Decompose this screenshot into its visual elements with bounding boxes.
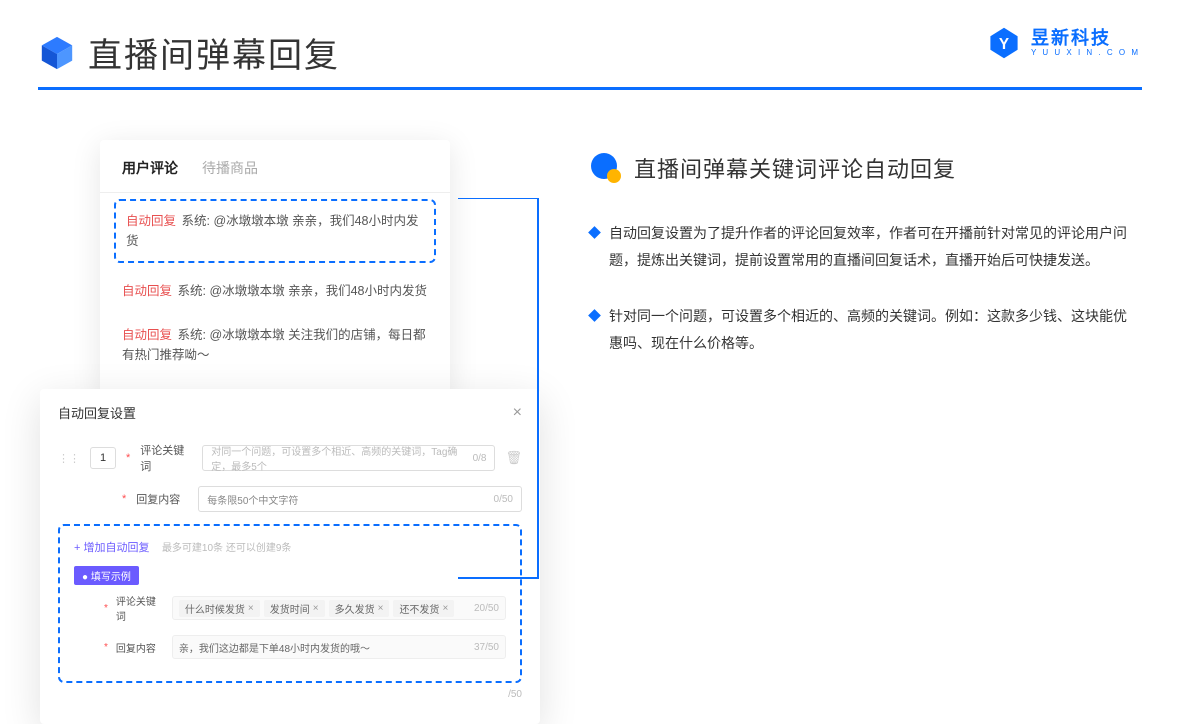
- comment-text: 系统: @冰墩墩本墩 亲亲，我们48小时内发货: [178, 284, 428, 298]
- reply-label: 回复内容: [136, 491, 188, 507]
- comment-item-highlighted: 自动回复 系统: @冰墩墩本墩 亲亲，我们48小时内发货: [114, 199, 436, 263]
- auto-reply-badge: 自动回复: [122, 284, 172, 298]
- ex-tags-input[interactable]: 什么时候发货×发货时间×多久发货×还不发货× 20/50: [172, 596, 506, 620]
- row-number: 1: [90, 447, 116, 469]
- bullet-item: 自动回复设置为了提升作者的评论回复效率，作者可在开播前针对常见的评论用户问题，提…: [590, 220, 1140, 273]
- tag[interactable]: 什么时候发货×: [179, 600, 260, 617]
- required-star: *: [104, 603, 108, 614]
- ex-reply-label: 回复内容: [116, 640, 164, 655]
- bullet-item: 针对同一个问题，可设置多个相近的、高频的关键词。例如：这款多少钱、这块能优惠吗、…: [590, 303, 1140, 356]
- tag[interactable]: 发货时间×: [264, 600, 325, 617]
- example-box: + 增加自动回复 最多可建10条 还可以创建9条 ● 填写示例 * 评论关键词 …: [58, 524, 522, 683]
- comments-card: 用户评论 待播商品 自动回复 系统: @冰墩墩本墩 亲亲，我们48小时内发货 自…: [100, 140, 450, 395]
- comment-item: 自动回复 系统: @冰墩墩本墩 亲亲，我们48小时内发货: [100, 269, 450, 313]
- outer-count: /50: [58, 689, 522, 700]
- reply-input[interactable]: 每条限50个中文字符0/50: [198, 486, 522, 512]
- required-star: *: [122, 493, 126, 505]
- brand-name-cn: 昱新科技: [1031, 29, 1140, 47]
- diamond-icon: [588, 309, 601, 322]
- add-note: 最多可建10条 还可以创建9条: [162, 543, 291, 554]
- keyword-label: 评论关键词: [140, 442, 192, 474]
- tab-user-comments[interactable]: 用户评论: [122, 158, 178, 178]
- cube-logo-icon: [38, 34, 76, 72]
- ex-reply-input[interactable]: 亲，我们这边都是下单48小时内发货的哦～ 37/50: [172, 635, 506, 659]
- bullet-text: 针对同一个问题，可设置多个相近的、高频的关键词。例如：这款多少钱、这块能优惠吗、…: [609, 303, 1140, 356]
- brand-name-en: Y U U X I N . C O M: [1031, 49, 1140, 57]
- bullet-text: 自动回复设置为了提升作者的评论回复效率，作者可在开播前针对常见的评论用户问题，提…: [609, 220, 1140, 273]
- required-star: *: [104, 642, 108, 653]
- auto-reply-badge: 自动回复: [126, 214, 176, 228]
- auto-reply-settings-card: 自动回复设置 × ⋮⋮ 1 * 评论关键词 对同一个问题，可设置多个相近、高频的…: [40, 389, 540, 724]
- close-icon[interactable]: ×: [513, 404, 522, 422]
- diamond-icon: [588, 226, 601, 239]
- settings-title: 自动回复设置: [58, 403, 136, 422]
- example-badge: ● 填写示例: [74, 566, 139, 585]
- delete-icon[interactable]: 🗑: [505, 450, 522, 466]
- tag[interactable]: 还不发货×: [393, 600, 454, 617]
- auto-reply-badge: 自动回复: [122, 328, 172, 342]
- required-star: *: [126, 452, 130, 464]
- page-title: 直播间弹幕回复: [88, 28, 340, 77]
- chat-bubble-icon: [590, 152, 622, 184]
- brand-icon: Y: [987, 26, 1021, 60]
- brand: Y 昱新科技 Y U U X I N . C O M: [987, 26, 1140, 60]
- drag-handle-icon[interactable]: ⋮⋮: [58, 452, 80, 465]
- tag[interactable]: 多久发货×: [329, 600, 390, 617]
- keyword-input[interactable]: 对同一个问题，可设置多个相近、高频的关键词，Tag确定，最多5个0/8: [202, 445, 495, 471]
- add-auto-reply-link[interactable]: + 增加自动回复: [74, 542, 149, 554]
- ex-keyword-label: 评论关键词: [116, 593, 164, 623]
- comment-item: 自动回复 系统: @冰墩墩本墩 关注我们的店铺，每日都有热门推荐呦～: [100, 313, 450, 377]
- section-title: 直播间弹幕关键词评论自动回复: [634, 152, 956, 184]
- svg-text:Y: Y: [999, 36, 1009, 53]
- tab-pending-goods[interactable]: 待播商品: [202, 158, 258, 178]
